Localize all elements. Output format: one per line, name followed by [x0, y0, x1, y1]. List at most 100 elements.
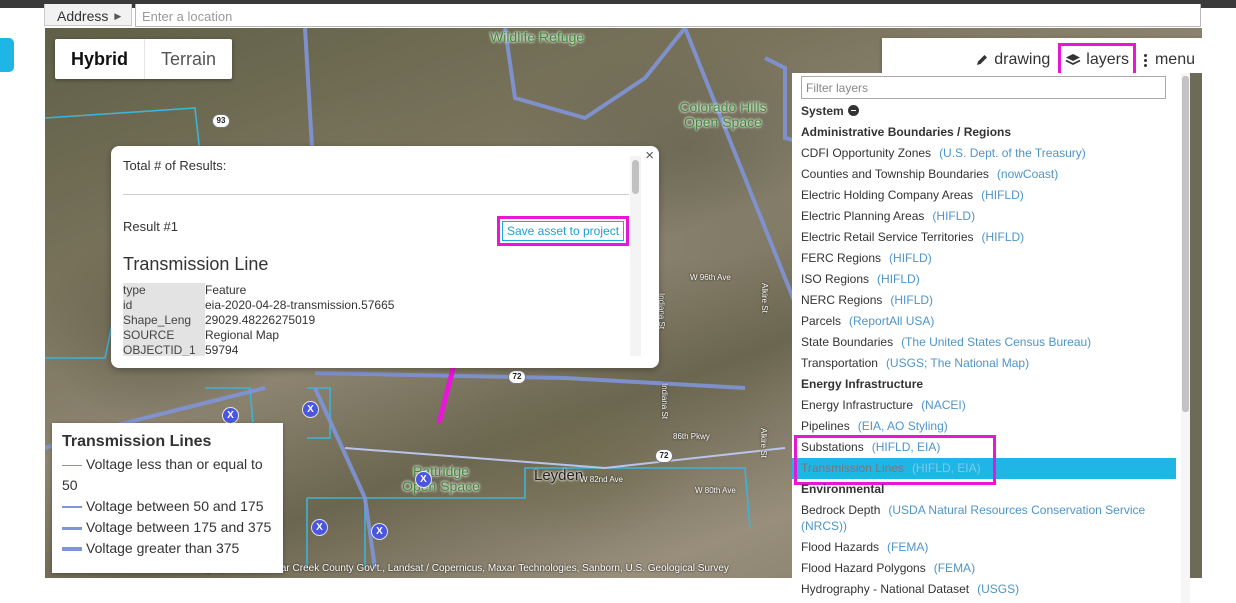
layer-item[interactable]: Electric Holding Company Areas (HIFLD) [792, 185, 1176, 206]
layer-source-link[interactable]: (U.S. Dept. of the Treasury) [939, 146, 1086, 160]
layer-item[interactable]: State Boundaries (The United States Censu… [792, 332, 1176, 353]
layer-source-link[interactable]: (The United States Census Bureau) [901, 335, 1091, 349]
close-icon[interactable]: × [645, 147, 654, 164]
attribute-value: 29029.48226275019 [205, 313, 316, 327]
layer-item-substations[interactable]: Substations (HIFLD, EIA) [792, 435, 1176, 459]
layer-name: Parcels [801, 314, 842, 328]
layer-item[interactable]: FERC Regions (HIFLD) [792, 248, 1176, 269]
layer-item[interactable]: CDFI Opportunity Zones (U.S. Dept. of the… [792, 143, 1176, 164]
layer-item[interactable]: Energy Infrastructure (NACEI) [792, 395, 1176, 416]
address-label: Address [57, 8, 109, 24]
substation-marker[interactable]: X [223, 408, 238, 423]
layers-scrollbar[interactable] [1181, 73, 1190, 603]
layer-item[interactable]: Electric Retail Service Territories (HIFL… [792, 227, 1176, 248]
layer-source-link[interactable]: (USGS; The National Map) [886, 356, 1029, 370]
save-asset-button[interactable]: Save asset to project [502, 221, 624, 241]
layer-item[interactable]: Flood Hazards (FEMA) [792, 537, 1176, 558]
attribute-row: type Feature [123, 283, 394, 298]
layer-source-link[interactable]: (USGS) [977, 582, 1019, 596]
results-scroll-area[interactable]: Total # of Results: Result #1 Save asset… [123, 156, 629, 356]
system-group[interactable]: System [792, 101, 1176, 122]
layers-scrollbar-thumb[interactable] [1182, 76, 1189, 412]
layer-source-link[interactable]: (FEMA) [934, 561, 975, 575]
layer-name: Electric Retail Service Territories [801, 230, 974, 244]
layer-name: Hydrography - National Dataset [801, 582, 970, 596]
attribute-key: SOURCE [123, 328, 205, 343]
attribute-value: 59794 [205, 343, 239, 356]
layer-source-link[interactable]: (HIFLD) [981, 188, 1024, 202]
side-panel-tab[interactable] [0, 38, 14, 72]
legend-label: Voltage between 50 and 175 [86, 498, 264, 514]
layer-item[interactable]: Parcels (ReportAll USA) [792, 311, 1176, 332]
layer-item[interactable]: ISO Regions (HIFLD) [792, 269, 1176, 290]
layer-group-header[interactable]: Energy Infrastructure [792, 374, 1176, 395]
map-type-hybrid[interactable]: Hybrid [55, 39, 146, 79]
layer-name: Transportation [801, 356, 878, 370]
legend-label: Voltage less than or equal to 50 [62, 456, 263, 493]
layer-source-link[interactable]: (EIA, AO Styling) [858, 419, 948, 433]
map-label-leyden: Leyden [534, 467, 584, 484]
road-label-w96: W 96th Ave [690, 273, 731, 282]
substation-marker[interactable]: X [312, 520, 327, 535]
drawing-label: drawing [994, 51, 1051, 68]
location-search-input[interactable] [135, 4, 1201, 27]
map-type-terrain[interactable]: Terrain [145, 39, 232, 79]
layer-source-link[interactable]: (HIFLD, EIA) [912, 461, 981, 475]
map-label-colorado-hills: Colorado Hills Open Space [679, 99, 767, 130]
address-dropdown[interactable]: Address ▶ [44, 4, 132, 26]
layer-item[interactable]: Counties and Township Boundaries (nowCoas… [792, 164, 1176, 185]
layer-group-header[interactable]: Environmental [792, 479, 1176, 500]
road-label-86: 86th Pkwy [673, 432, 710, 441]
layer-source-link[interactable]: (HIFLD) [982, 230, 1025, 244]
layer-source-link[interactable]: (HIFLD) [877, 272, 920, 286]
layer-item[interactable]: Pipelines (EIA, AO Styling) [792, 416, 1176, 437]
layer-source-link[interactable]: (HIFLD) [890, 293, 933, 307]
layer-group-header[interactable]: Administrative Boundaries / Regions [792, 122, 1176, 143]
layers-button[interactable]: layers [1058, 43, 1136, 77]
substation-marker[interactable]: X [416, 472, 431, 487]
transmission-legend: Transmission Lines Voltage less than or … [52, 423, 283, 573]
collapse-icon[interactable] [847, 105, 859, 116]
layer-item[interactable]: Bedrock Depth (USDA Natural Resources Con… [792, 500, 1176, 537]
popup-scrollbar[interactable] [630, 156, 641, 356]
layer-source-link[interactable]: (nowCoast) [997, 167, 1058, 181]
route-shield-72b: 72 [655, 449, 673, 463]
layer-name: State Boundaries [801, 335, 894, 349]
map-label-pattridge: Pattridge Open Space [402, 463, 480, 494]
layer-name: CDFI Opportunity Zones [801, 146, 932, 160]
substation-marker[interactable]: X [372, 524, 387, 539]
road-label-alkire-2: Alkire St [759, 428, 768, 458]
filter-layers-input[interactable] [801, 76, 1166, 99]
layer-item[interactable]: Electric Planning Areas (HIFLD) [792, 206, 1176, 227]
attribute-row: OBJECTID_1 59794 [123, 343, 394, 356]
layer-source-link[interactable]: (HIFLD, EIA) [872, 440, 941, 454]
results-popup: × Total # of Results: Result #1 Save ass… [111, 146, 659, 368]
substation-marker[interactable]: X [303, 402, 318, 417]
legend-swatch [62, 526, 82, 530]
menu-button[interactable]: menu [1143, 43, 1195, 77]
legend-label: Voltage between 175 and 375 [86, 519, 272, 535]
attribute-key: id [123, 298, 205, 313]
attribute-key: type [123, 283, 205, 298]
layer-item-transmission-lines-selected[interactable]: Transmission Lines (HIFLD, EIA) [792, 456, 1176, 485]
caret-right-icon: ▶ [114, 11, 122, 21]
drawing-button[interactable]: drawing [975, 43, 1050, 77]
layer-source-link[interactable]: (HIFLD) [932, 209, 975, 223]
layer-item[interactable]: Transportation (USGS; The National Map) [792, 353, 1176, 374]
route-shield-72: 72 [508, 370, 526, 384]
layer-item[interactable]: Flood Hazard Polygons (FEMA) [792, 558, 1176, 579]
layer-source-link[interactable]: (ReportAll USA) [849, 314, 934, 328]
layer-item[interactable]: Hydrography - National Dataset (USGS) [792, 579, 1176, 600]
layer-source-link[interactable]: (FEMA) [887, 540, 928, 554]
layer-name: Electric Holding Company Areas [801, 188, 974, 202]
layers-list: System Administrative Boundaries / Regio… [792, 101, 1176, 600]
layer-source-link[interactable]: (NACEI) [921, 398, 966, 412]
layer-source-link[interactable]: (HIFLD) [889, 251, 932, 265]
route-shield-93: 93 [212, 114, 230, 128]
attribute-key: OBJECTID_1 [123, 343, 205, 356]
layer-name: Counties and Township Boundaries [801, 167, 989, 181]
layer-name: Flood Hazard Polygons [801, 561, 926, 575]
popup-scrollbar-thumb[interactable] [632, 160, 639, 194]
road-label-alkire: Alkire St [760, 283, 769, 313]
layer-item[interactable]: NERC Regions (HIFLD) [792, 290, 1176, 311]
